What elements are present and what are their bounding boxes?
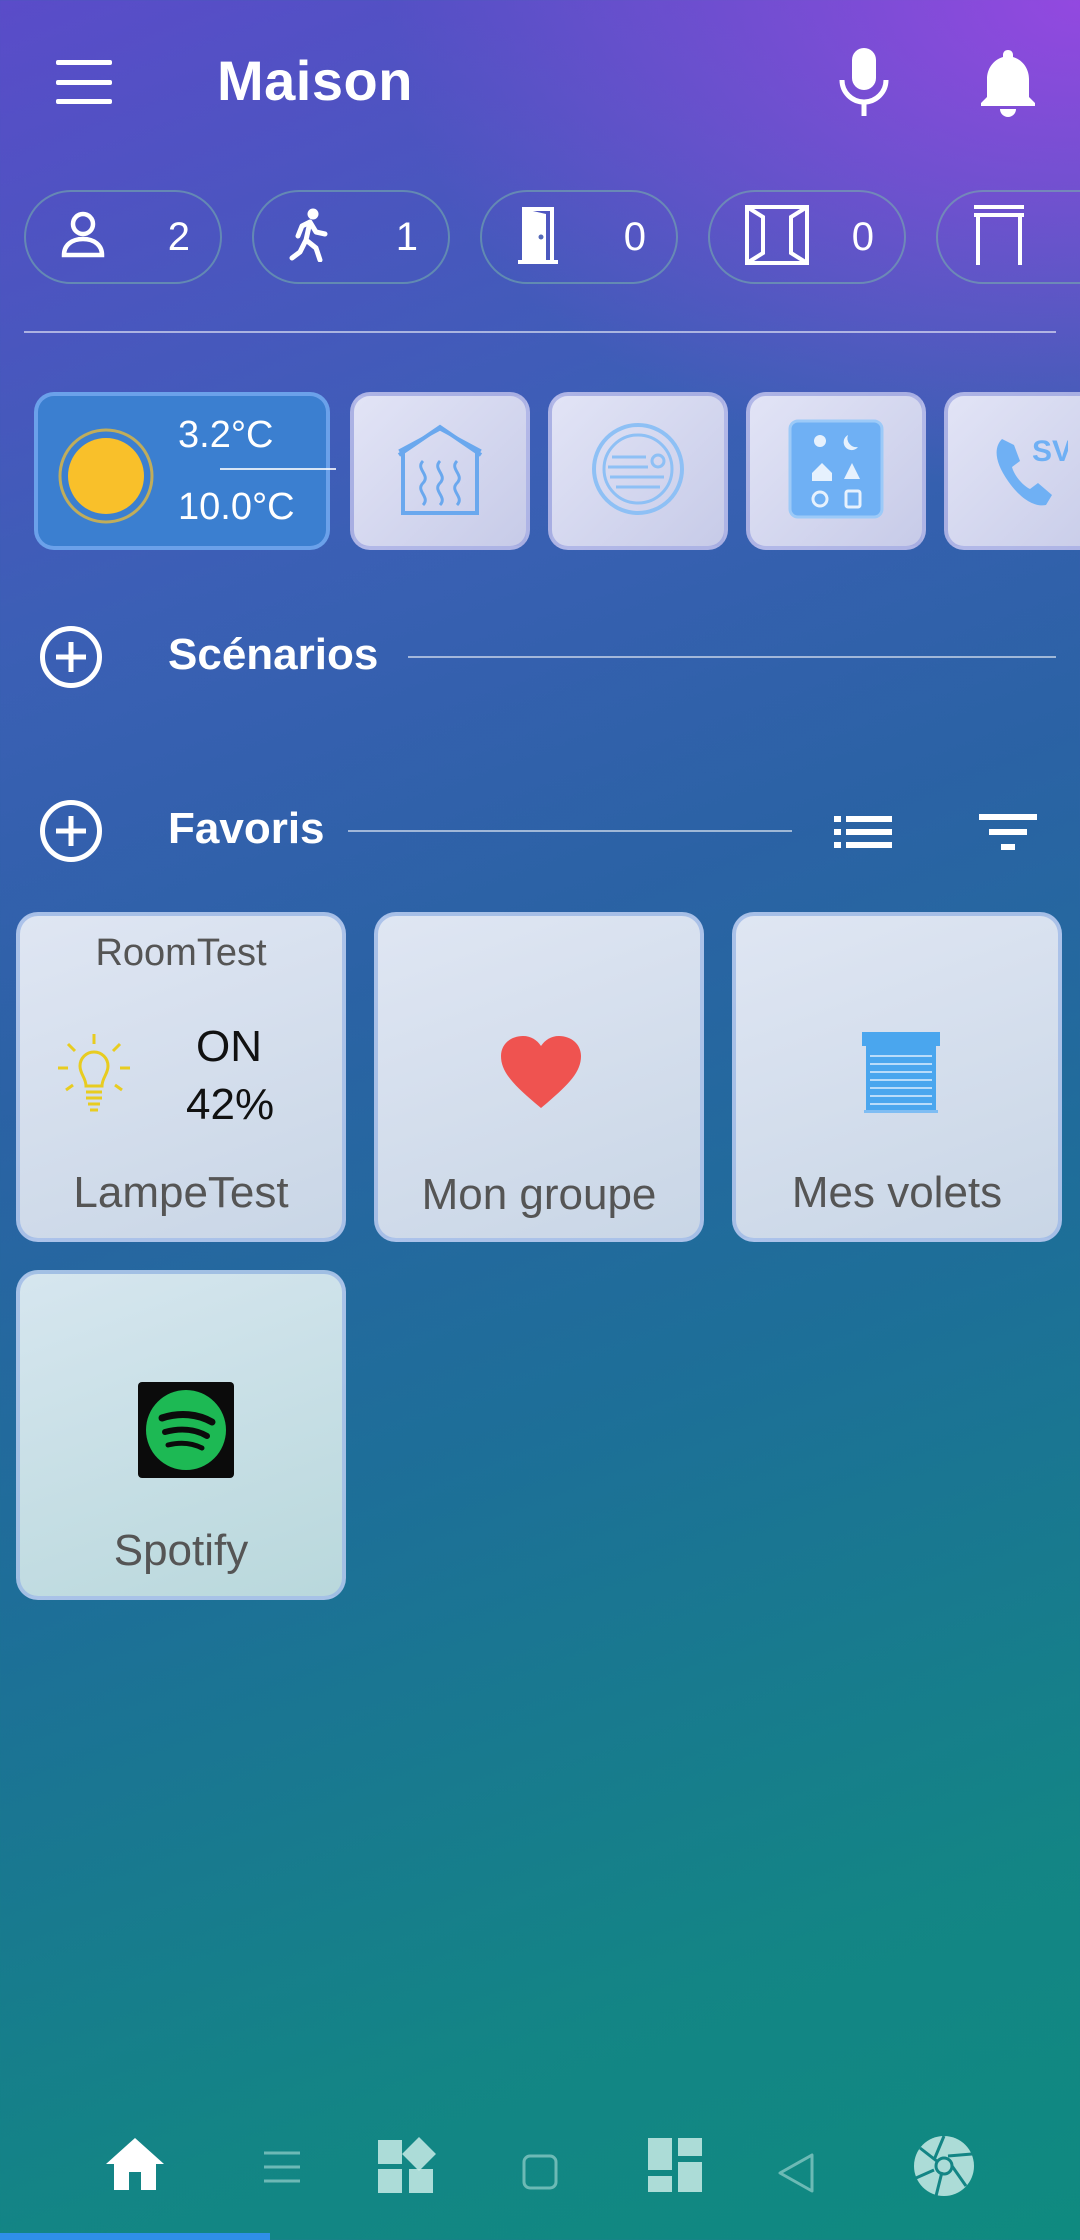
card-room: RoomTest [95, 932, 267, 974]
window-chip[interactable]: 0 [708, 190, 906, 284]
temp-min: 3.2°C [178, 414, 274, 456]
scenarios-divider [408, 656, 1056, 658]
favorite-card-volets[interactable]: Mes volets [732, 912, 1062, 1242]
spotify-icon [138, 1382, 234, 1483]
apps-icon[interactable] [376, 2136, 436, 2201]
weather-tile[interactable]: 3.2°C 10.0°C [34, 392, 336, 550]
svg-text:SV: SV [1032, 435, 1068, 468]
heating-house-icon [393, 421, 487, 522]
hamburger-menu-icon[interactable] [56, 60, 112, 104]
air-conditioner-icon [590, 421, 686, 522]
door-count: 0 [623, 214, 646, 259]
scenarios-heading: Scénarios [168, 630, 379, 679]
favorite-card-lampe[interactable]: RoomTest ON 42% LampeTest [16, 912, 346, 1242]
lamp-state: ON [196, 1022, 262, 1071]
microphone-icon[interactable] [836, 44, 892, 120]
list-view-icon[interactable] [830, 806, 896, 858]
nav-selected-indicator [0, 2233, 270, 2240]
motion-chip[interactable]: 1 [252, 190, 450, 284]
bell-icon[interactable] [974, 44, 1042, 120]
person-icon [60, 211, 106, 264]
add-scenario-button[interactable] [40, 626, 102, 688]
window-count: 0 [851, 214, 874, 259]
heating-tile[interactable] [350, 392, 530, 550]
square-icon[interactable] [522, 2154, 558, 2195]
dashboard-icon[interactable] [646, 2136, 704, 2199]
aperture-icon[interactable] [912, 2134, 976, 2203]
favoris-divider [348, 830, 792, 832]
temp-divider [220, 468, 336, 470]
shutter-icon [862, 1032, 940, 1119]
bottom-nav-bar [0, 2100, 1080, 2240]
page-title: Maison [217, 49, 413, 112]
door-icon [516, 205, 560, 270]
favorite-card-spotify[interactable]: Spotify [16, 1270, 346, 1600]
temp-max: 10.0°C [178, 486, 295, 528]
back-triangle-icon[interactable] [776, 2152, 816, 2199]
door-chip[interactable]: 0 [480, 190, 678, 284]
phone-tile[interactable]: SV [944, 392, 1080, 550]
lamp-level: 42% [186, 1080, 275, 1129]
card-label: Spotify [113, 1526, 249, 1575]
presence-chip[interactable]: 2 [24, 190, 222, 284]
favoris-heading: Favoris [168, 804, 325, 853]
modes-tile[interactable] [746, 392, 926, 550]
phone-icon: SV [988, 421, 1072, 522]
favorite-card-groupe[interactable]: Mon groupe [374, 912, 704, 1242]
shutter-icon [972, 204, 1026, 271]
filter-icon[interactable] [976, 806, 1040, 858]
presence-count: 2 [167, 214, 190, 259]
walking-person-icon [288, 208, 332, 267]
card-label: Mes volets [791, 1168, 1003, 1217]
menu-lines-icon[interactable] [262, 2150, 302, 2189]
mode-panel-icon [786, 417, 886, 526]
sun-icon [56, 426, 156, 531]
window-icon [744, 204, 810, 271]
lightbulb-icon [56, 1032, 132, 1127]
add-favorite-button[interactable] [40, 800, 102, 862]
card-label: LampeTest [73, 1168, 289, 1217]
home-icon[interactable] [104, 2136, 166, 2197]
heart-icon [499, 1034, 583, 1115]
climate-tile[interactable] [548, 392, 728, 550]
header-divider [24, 331, 1056, 333]
motion-count: 1 [395, 214, 418, 259]
card-label: Mon groupe [421, 1170, 657, 1219]
shutter-chip[interactable] [936, 190, 1080, 284]
